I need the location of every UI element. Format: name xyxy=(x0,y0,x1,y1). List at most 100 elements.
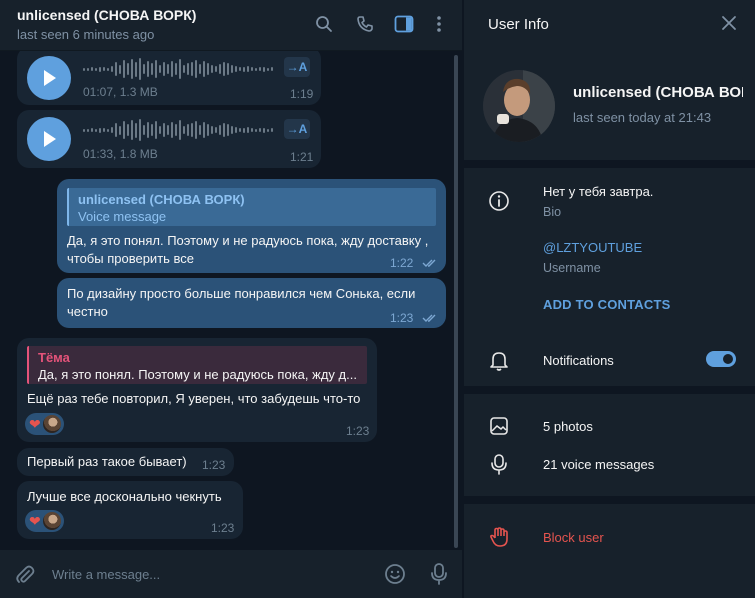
message-list[interactable]: 01:07, 1.3 MB →A 1:19 01:33, 1.8 MB →A 1… xyxy=(0,51,462,550)
waveform-bar xyxy=(215,127,217,133)
username-link[interactable]: @LZTYOUTUBE xyxy=(543,240,642,255)
message-time: 1:23 xyxy=(202,458,226,472)
profile-name: unlicensed (СНОВА ВОРК) xyxy=(573,84,743,101)
photos-link[interactable]: 5 photos xyxy=(543,419,593,434)
waveform-bar xyxy=(151,124,153,136)
block-hand-icon xyxy=(488,526,510,548)
incoming-message-bubble[interactable]: Первый раз такое бывает) 1:23 xyxy=(17,448,234,476)
waveform-bar xyxy=(147,61,149,77)
microphone-icon[interactable] xyxy=(429,562,449,586)
waveform-bar xyxy=(243,66,245,72)
waveform-bar xyxy=(171,122,173,138)
user-info-panel: User Info unlicensed (СНОВА ВОРК) last s… xyxy=(463,0,755,598)
waveform-bar xyxy=(207,63,209,75)
waveform-bar xyxy=(223,123,225,137)
close-icon[interactable] xyxy=(720,14,738,32)
chat-pane: unlicensed (СНОВА ВОРК) last seen 6 minu… xyxy=(0,0,462,598)
chat-header: unlicensed (СНОВА ВОРК) last seen 6 minu… xyxy=(0,0,462,51)
waveform-bar xyxy=(83,67,85,71)
waveform-bar xyxy=(91,67,93,71)
transcribe-button[interactable]: →A xyxy=(284,119,310,139)
message-input[interactable] xyxy=(52,564,352,584)
message-text: Да, я это понял. Поэтому и не радуюсь по… xyxy=(67,233,429,266)
more-vertical-icon[interactable] xyxy=(428,13,450,35)
info-icon xyxy=(488,190,510,212)
waveform-bar xyxy=(163,62,165,76)
waveform-bar xyxy=(239,128,241,132)
message-time: 1:23 xyxy=(346,424,370,438)
waveform-bar xyxy=(143,125,145,135)
reaction-chip[interactable]: ❤ xyxy=(25,510,64,532)
waveform-bar xyxy=(179,59,181,79)
transcribe-button[interactable]: →A xyxy=(284,57,310,77)
waveform-bar xyxy=(135,61,137,77)
waveform-bar xyxy=(107,67,109,71)
waveform-bar xyxy=(131,59,133,79)
message-composer xyxy=(0,550,462,598)
emoji-icon[interactable] xyxy=(384,563,406,585)
waveform-bar xyxy=(147,122,149,138)
photo-icon xyxy=(488,415,510,437)
section-divider xyxy=(464,386,755,394)
waveform-bar xyxy=(115,62,117,76)
waveform-bar xyxy=(195,60,197,78)
waveform-bar xyxy=(123,121,125,139)
waveform-bar xyxy=(219,125,221,135)
voice-message-bubble[interactable]: 01:07, 1.3 MB →A 1:19 xyxy=(17,51,321,105)
profile-last-seen: last seen today at 21:43 xyxy=(573,110,712,125)
message-time: 1:19 xyxy=(290,87,314,101)
waveform-bar xyxy=(103,128,105,132)
waveform-bar xyxy=(119,125,121,135)
bio-label: Bio xyxy=(543,205,562,219)
notifications-toggle[interactable] xyxy=(706,351,736,367)
outgoing-message-bubble[interactable]: unlicensed (СНОВА ВОРК) Voice message Да… xyxy=(57,179,446,273)
waveform-bar xyxy=(199,125,201,135)
incoming-message-bubble[interactable]: Тёма Да, я это понял. Поэтому и не радую… xyxy=(17,338,377,442)
voice-waveform[interactable] xyxy=(83,57,273,81)
attach-icon[interactable] xyxy=(14,564,36,586)
heart-reaction-icon: ❤ xyxy=(29,512,41,529)
block-user-button[interactable]: Block user xyxy=(543,530,604,545)
waveform-bar xyxy=(119,64,121,74)
waveform-bar xyxy=(227,63,229,75)
sidebar-toggle-icon[interactable] xyxy=(393,13,415,35)
waveform-bar xyxy=(255,128,257,132)
voice-waveform[interactable] xyxy=(83,118,273,142)
waveform-bar xyxy=(171,61,173,77)
reaction-chip[interactable]: ❤ xyxy=(25,413,64,435)
chat-title[interactable]: unlicensed (СНОВА ВОРК) xyxy=(17,7,196,23)
add-to-contacts-button[interactable]: ADD TO CONTACTS xyxy=(543,297,670,312)
reactor-avatar xyxy=(42,415,61,433)
scrollbar[interactable] xyxy=(454,55,458,548)
waveform-bar xyxy=(247,127,249,133)
waveform-bar xyxy=(251,128,253,132)
phone-icon[interactable] xyxy=(354,13,376,35)
outgoing-message-bubble[interactable]: По дизайну просто больше понравился чем … xyxy=(57,278,446,328)
waveform-bar xyxy=(251,67,253,71)
notifications-label: Notifications xyxy=(543,353,614,368)
play-button[interactable] xyxy=(27,56,71,100)
waveform-bar xyxy=(107,128,109,132)
waveform-bar xyxy=(175,63,177,75)
waveform-bar xyxy=(83,128,85,132)
message-text: Первый раз такое бывает) xyxy=(27,454,187,469)
incoming-message-bubble[interactable]: Лучше все досконально чекнуть ❤ 1:23 xyxy=(17,481,243,539)
waveform-bar xyxy=(87,128,89,132)
voice-message-bubble[interactable]: 01:33, 1.8 MB →A 1:21 xyxy=(17,110,321,168)
reply-quote[interactable]: Тёма Да, я это понял. Поэтому и не радую… xyxy=(27,346,367,384)
waveform-bar xyxy=(183,65,185,73)
waveform-bar xyxy=(211,126,213,134)
profile-avatar[interactable] xyxy=(483,70,555,142)
reply-quote[interactable]: unlicensed (СНОВА ВОРК) Voice message xyxy=(67,188,436,226)
waveform-bar xyxy=(247,66,249,72)
play-button[interactable] xyxy=(27,117,71,161)
search-icon[interactable] xyxy=(313,13,335,35)
waveform-bar xyxy=(243,127,245,133)
waveform-bar xyxy=(219,64,221,74)
play-icon xyxy=(44,70,56,86)
waveform-bar xyxy=(187,63,189,75)
waveform-bar xyxy=(267,67,269,71)
waveform-bar xyxy=(155,60,157,78)
voice-messages-link[interactable]: 21 voice messages xyxy=(543,457,654,472)
waveform-bar xyxy=(239,67,241,71)
